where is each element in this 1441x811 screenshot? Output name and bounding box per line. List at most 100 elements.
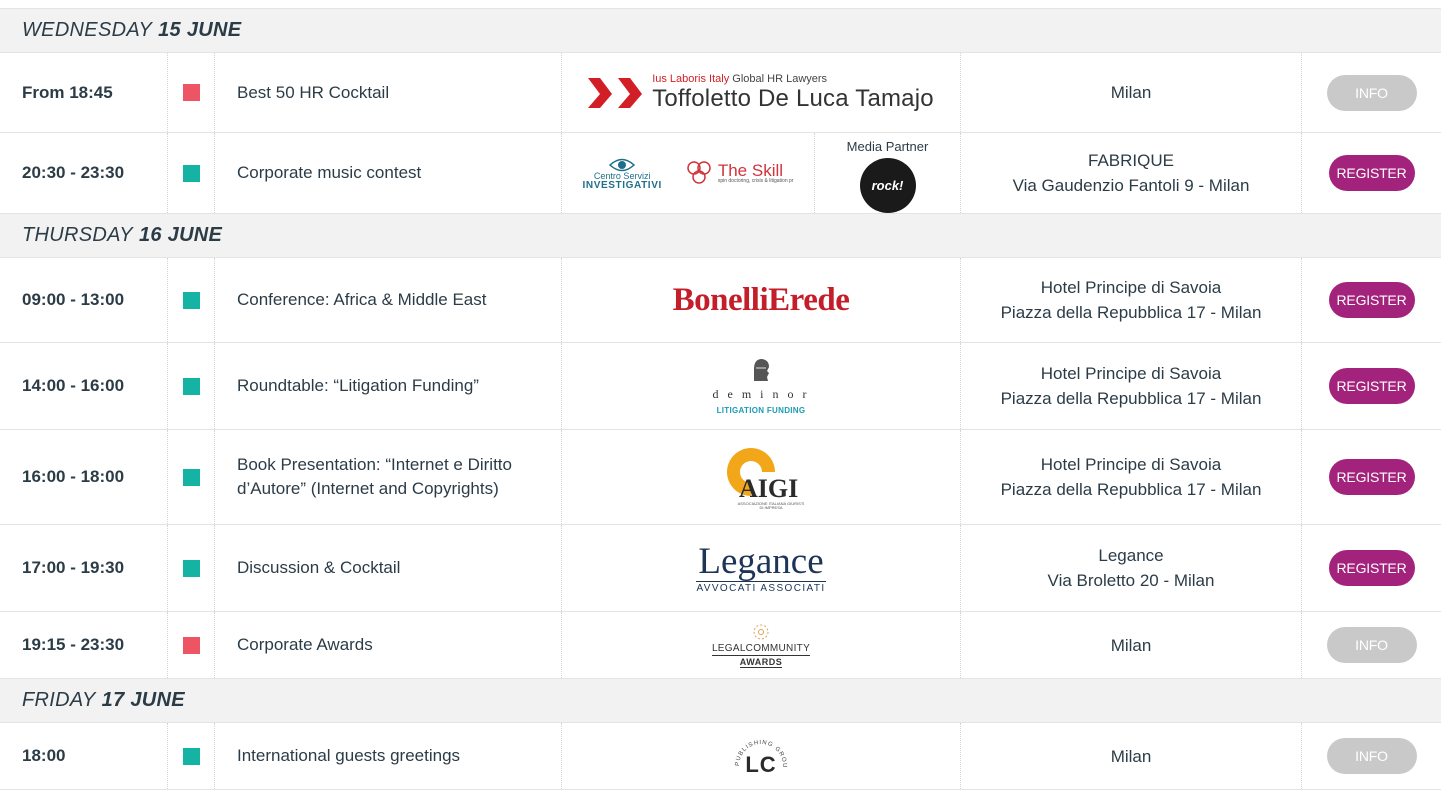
legance-text: Legance (698, 540, 824, 582)
category-marker (182, 747, 200, 765)
event-row: 14:00 - 16:00 Roundtable: “Litigation Fun… (0, 343, 1441, 430)
event-location: Milan (961, 723, 1302, 789)
event-location: Hotel Principe di Savoia Piazza della Rep… (961, 258, 1302, 342)
event-category-cell (168, 133, 215, 213)
day-date: 17 JUNE (101, 689, 185, 711)
event-title: Corporate music contest (215, 133, 562, 213)
register-button[interactable]: REGISTER (1328, 550, 1415, 586)
location-line: Milan (1110, 746, 1152, 766)
event-row: From 18:45 Best 50 HR Cocktail Ius Labori… (0, 53, 1441, 133)
event-sponsor-cell: AIGI ASSOCIAZIONE ITALIANA GIURISTI DI I… (562, 430, 961, 524)
event-category-cell (168, 430, 215, 524)
day-header: THURSDAY 16 JUNE (0, 214, 1441, 258)
toffoletto-tag: Ius Laboris Italy (652, 73, 730, 85)
bonellierede-logo: BonelliErede (673, 282, 850, 319)
location-line: Piazza della Repubblica 17 - Milan (1000, 480, 1262, 499)
location-line: Hotel Principe di Savoia (1040, 364, 1222, 383)
event-action-cell: INFO (1302, 612, 1441, 678)
event-sponsors-cell: Centro Servizi INVESTIGATIVI The Skill s… (562, 133, 961, 213)
category-marker (182, 291, 200, 309)
event-row: 17:00 - 19:30 Discussion & Cocktail Leganc… (0, 525, 1441, 612)
event-action-cell: INFO (1302, 723, 1441, 789)
location-line: Via Broletto 20 - Milan (1047, 571, 1215, 590)
lc-text: LC (745, 752, 777, 777)
the-skill-logo: The Skill spin doctoring, crisis & litig… (684, 158, 793, 188)
legance-logo: Legance AVVOCATI ASSOCIATI (696, 540, 826, 594)
event-title: Roundtable: “Litigation Funding” (215, 343, 562, 429)
location-line: Hotel Principe di Savoia (1040, 278, 1222, 297)
event-category-cell (168, 343, 215, 429)
event-sponsor-cell: PUBLISHING GROUP LC (562, 723, 961, 789)
bonellierede-text: BonelliErede (672, 281, 850, 318)
sponsor-logos: Centro Servizi INVESTIGATIVI The Skill s… (562, 133, 815, 213)
event-schedule: WEDNESDAY 15 JUNE From 18:45 Best 50 HR Coc… (0, 0, 1441, 790)
media-partner-label: Media Partner (846, 139, 929, 154)
toffoletto-name: Toffoletto De Luca Tamajo (652, 85, 934, 112)
event-location: FABRIQUE Via Gaudenzio Fantoli 9 - Milan (961, 133, 1302, 213)
info-button[interactable]: INFO (1326, 627, 1417, 663)
legance-sub: AVVOCATI ASSOCIATI (696, 580, 826, 594)
knight-helmet-icon (754, 359, 769, 381)
register-button[interactable]: REGISTER (1328, 282, 1415, 318)
deminor-logo: d e m i n o r LITIGATION FUNDING (713, 357, 810, 415)
skill-flower-icon (687, 161, 711, 184)
register-button[interactable]: REGISTER (1328, 459, 1415, 495)
top-divider (0, 0, 1441, 9)
register-button[interactable]: REGISTER (1328, 155, 1415, 191)
event-sponsor-cell: LEGALCOMMUNITY AWARDS (562, 612, 961, 678)
event-action-cell: REGISTER (1302, 258, 1441, 342)
deminor-sub: LITIGATION FUNDING (716, 406, 806, 415)
event-time: 20:30 - 23:30 (0, 133, 168, 213)
event-time: 16:00 - 18:00 (0, 430, 168, 524)
event-location: Milan (961, 612, 1302, 678)
event-action-cell: REGISTER (1302, 430, 1441, 524)
event-time: 17:00 - 19:30 (0, 525, 168, 611)
deminor-text: d e m i n o r (712, 387, 810, 401)
event-title: Book Presentation: “Internet e Diritto d… (215, 430, 562, 524)
location-line: Milan (1110, 83, 1152, 102)
event-time: 14:00 - 16:00 (0, 343, 168, 429)
day-date: 16 JUNE (138, 224, 223, 246)
event-row: 18:00 International guests greetings PUBL… (0, 723, 1441, 790)
category-marker (182, 377, 200, 395)
event-row: 16:00 - 18:00 Book Presentation: “Interne… (0, 430, 1441, 525)
aigi-logo: AIGI ASSOCIAZIONE ITALIANA GIURISTI DI I… (717, 444, 805, 510)
day-date: 15 JUNE (158, 19, 242, 41)
register-button[interactable]: REGISTER (1328, 368, 1415, 404)
event-row: 09:00 - 13:00 Conference: Africa & Middle… (0, 258, 1441, 343)
event-action-cell: REGISTER (1302, 133, 1441, 213)
event-action-cell: INFO (1302, 53, 1441, 132)
event-time: 09:00 - 13:00 (0, 258, 168, 342)
event-sponsor-cell: Legance AVVOCATI ASSOCIATI (562, 525, 961, 611)
rock-logo: rock! (859, 158, 916, 213)
event-sponsor-cell: BonelliErede (562, 258, 961, 342)
location-line: Piazza della Repubblica 17 - Milan (1000, 303, 1262, 322)
lc-publishing-logo: PUBLISHING GROUP LC (731, 730, 791, 782)
event-row: 19:15 - 23:30 Corporate Awards LEGALCOMMU… (0, 612, 1441, 679)
day-name: WEDNESDAY (22, 19, 153, 41)
event-action-cell: REGISTER (1302, 343, 1441, 429)
event-title: Conference: Africa & Middle East (215, 258, 562, 342)
event-category-cell (168, 612, 215, 678)
event-action-cell: REGISTER (1302, 525, 1441, 611)
category-marker (182, 164, 200, 182)
event-sponsor-cell: d e m i n o r LITIGATION FUNDING (562, 343, 961, 429)
event-category-cell (168, 723, 215, 789)
event-time: From 18:45 (0, 53, 168, 132)
awards-text: AWARDS (739, 656, 783, 668)
legalcommunity-awards-logo: LEGALCOMMUNITY AWARDS (711, 623, 811, 668)
day-name: FRIDAY (22, 689, 96, 711)
location-line: Legance (1098, 546, 1164, 565)
day-header: WEDNESDAY 15 JUNE (0, 9, 1441, 53)
event-title: Discussion & Cocktail (215, 525, 562, 611)
info-button[interactable]: INFO (1326, 738, 1417, 774)
event-location: Hotel Principe di Savoia Piazza della Rep… (961, 343, 1302, 429)
info-button[interactable]: INFO (1326, 74, 1417, 111)
event-category-cell (168, 258, 215, 342)
location-line: FABRIQUE (1088, 151, 1174, 170)
event-title: Corporate Awards (215, 612, 562, 678)
category-marker (182, 636, 200, 654)
location-line: Piazza della Repubblica 17 - Milan (1000, 389, 1262, 408)
event-title: International guests greetings (215, 723, 562, 789)
day-name: THURSDAY (22, 224, 133, 246)
